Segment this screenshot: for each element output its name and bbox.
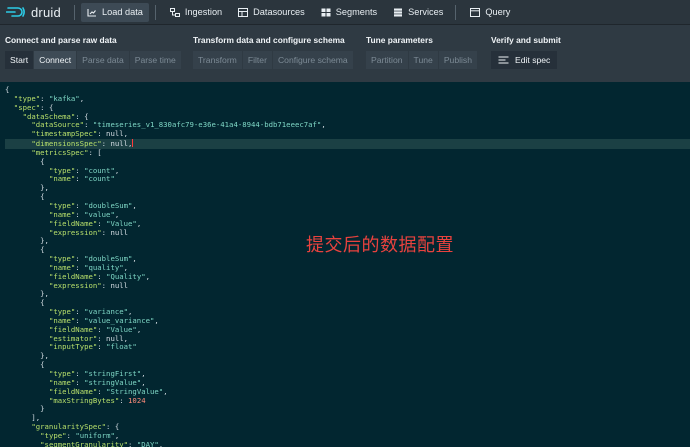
text-cursor	[132, 139, 134, 148]
app-name: druid	[31, 4, 61, 20]
nav-ingestion-label: Ingestion	[184, 7, 223, 17]
step-group-title: Connect and parse raw data	[5, 35, 117, 45]
nav-divider	[455, 4, 457, 20]
json-code: { "type": "kafka", "spec": { "dataSchema…	[5, 85, 690, 447]
code-line: "inputType": "float"	[48, 342, 137, 352]
ingestion-icon	[169, 7, 180, 17]
step-partition-button[interactable]: Partition	[366, 51, 408, 69]
services-icon	[394, 8, 403, 16]
nav-load-data-label: Load data	[102, 7, 143, 17]
nav-load-data[interactable]: Load data	[81, 2, 149, 22]
top-navbar: druid Load data Ingestion Datasources Se…	[0, 0, 690, 25]
nav-divider	[154, 4, 156, 20]
code-line: },	[5, 289, 49, 299]
code-line: "name": "count"	[48, 174, 115, 184]
druid-logo[interactable]: druid	[0, 0, 68, 25]
step-filter-button[interactable]: Filter	[242, 51, 272, 69]
datasources-icon	[238, 7, 249, 17]
step-group-tune: Tune parameters Partition Tune Publish	[366, 33, 478, 69]
nav-datasources[interactable]: Datasources	[232, 3, 311, 22]
step-group-title: Transform data and configure schema	[193, 35, 345, 45]
code-line: "timestampSpec": null,	[31, 129, 129, 139]
step-configure-schema-button[interactable]: Configure schema	[272, 51, 353, 69]
step-parse-time-button[interactable]: Parse time	[129, 51, 181, 69]
nav-query-label: Query	[485, 7, 511, 17]
druid-logo-icon	[6, 7, 25, 17]
annotation-text: 提交后的数据配置	[306, 235, 454, 256]
step-tune-button[interactable]: Tune	[408, 51, 438, 69]
step-group-connect: Connect and parse raw data Start Connect…	[5, 33, 182, 69]
edit-spec-icon	[498, 56, 509, 64]
spec-json-editor[interactable]: { "type": "kafka", "spec": { "dataSchema…	[0, 82, 690, 447]
nav-segments[interactable]: Segments	[315, 3, 383, 22]
nav-query[interactable]: Query	[464, 3, 516, 22]
step-group-title: Tune parameters	[366, 35, 433, 45]
load-data-icon	[87, 8, 96, 17]
code-line: "type": "kafka",	[13, 93, 85, 103]
code-line: "segmentGranularity": "DAY",	[40, 439, 164, 447]
code-line: },	[5, 183, 49, 193]
code-line: {	[5, 85, 10, 94]
step-connect-button[interactable]: Connect	[34, 51, 77, 69]
nav-segments-label: Segments	[335, 7, 378, 17]
code-line: "expression": null	[48, 280, 129, 290]
wizard-steps: Connect and parse raw data Start Connect…	[0, 33, 690, 73]
step-parse-data-button[interactable]: Parse data	[77, 51, 129, 69]
code-line: },	[5, 351, 49, 361]
nav-datasources-label: Datasources	[253, 7, 305, 17]
code-line: }	[5, 404, 45, 414]
step-transform-button[interactable]: Transform	[193, 51, 242, 69]
code-line: "dimensionsSpec": null,	[5, 139, 690, 149]
step-start-button[interactable]: Start	[5, 51, 34, 69]
nav-services-label: Services	[408, 7, 444, 17]
code-line: "maxStringBytes": 1024	[48, 395, 146, 405]
query-icon	[470, 7, 481, 17]
code-line: "metricsSpec": [	[31, 147, 102, 157]
step-edit-spec-button[interactable]: Edit spec	[491, 51, 558, 69]
segments-icon	[321, 8, 331, 16]
step-group-transform: Transform data and configure schema Tran…	[193, 33, 354, 69]
step-group-verify: Verify and submit Edit spec	[491, 33, 561, 69]
step-group-title: Verify and submit	[491, 35, 561, 45]
nav-ingestion[interactable]: Ingestion	[164, 3, 228, 22]
code-line: "spec": {	[13, 102, 54, 112]
step-publish-button[interactable]: Publish	[438, 51, 477, 69]
edit-spec-label: Edit spec	[515, 55, 551, 65]
nav-divider	[74, 4, 75, 20]
nav-services[interactable]: Services	[387, 3, 449, 22]
